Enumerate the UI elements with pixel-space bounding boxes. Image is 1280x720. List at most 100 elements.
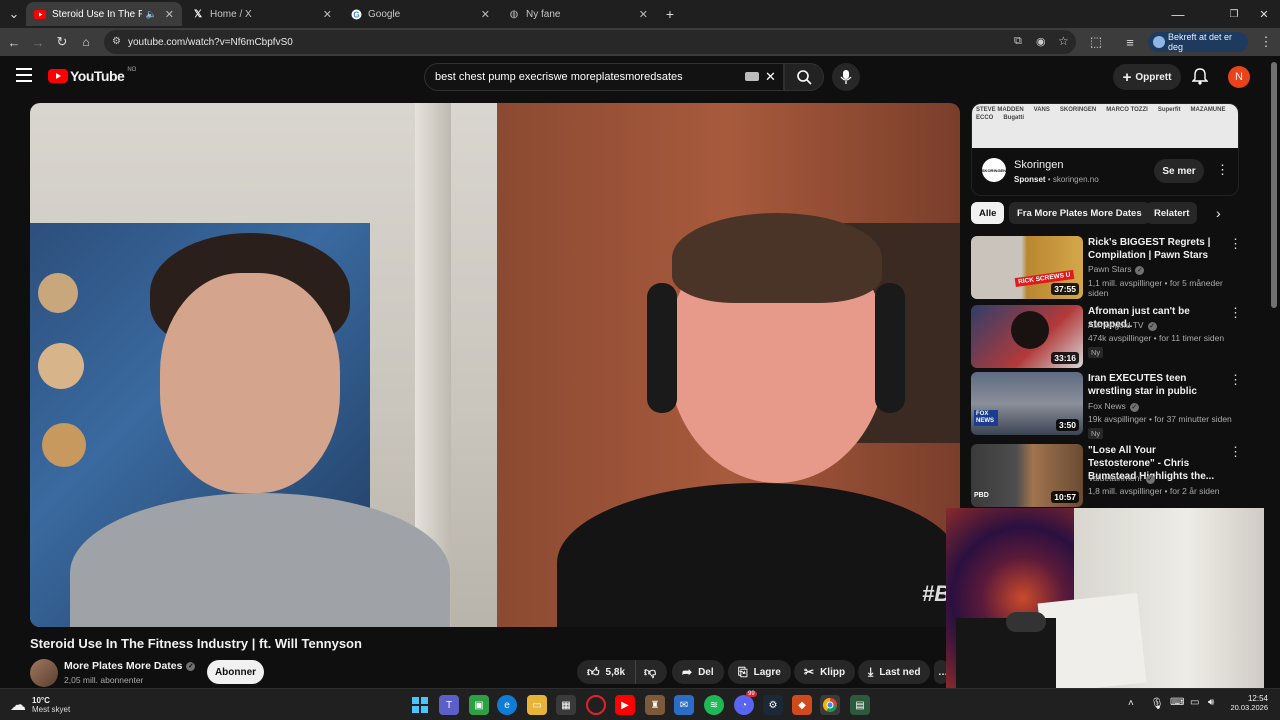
art-circle [42, 423, 86, 467]
clock[interactable]: 12:54 20.03.2026 [1226, 694, 1268, 712]
chip-related[interactable]: Relatert [1146, 202, 1198, 224]
tab-youtube[interactable]: Steroid Use In The Fitness I 🔈 ✕ [26, 2, 182, 26]
chip-all[interactable]: Alle [971, 202, 1005, 224]
ad-cta-button[interactable]: Se mer [1154, 159, 1204, 183]
person-hair [672, 213, 882, 303]
teams-icon[interactable]: T [439, 695, 459, 715]
tab-new-tab[interactable]: ◍ Ny fane ✕ [500, 2, 656, 26]
tab-close-icon[interactable]: ✕ [165, 8, 174, 21]
brave-icon[interactable]: ◆ [792, 695, 812, 715]
confirm-identity-button[interactable]: Bekreft at det er deg [1148, 32, 1248, 52]
weather-desc: Mest skyet [32, 705, 71, 714]
minimize-icon[interactable]: — [1170, 6, 1186, 22]
art-circle [38, 343, 84, 389]
search-button[interactable] [784, 63, 824, 91]
network-icon[interactable]: ▭ [1190, 697, 1199, 708]
page-scrollbar[interactable] [1271, 62, 1277, 308]
search-input[interactable]: best chest pump execriswe moreplatesmore… [424, 63, 784, 91]
share-button[interactable]: ➦ Del [672, 660, 724, 684]
like-button[interactable]: 👍︎ 5,8k [577, 660, 637, 684]
bookmark-star-icon[interactable]: ☆ [1058, 34, 1069, 48]
create-button[interactable]: + Opprett [1113, 64, 1181, 90]
recommendation-item[interactable]: PBD 10:57 "Lose All Your Testosterone" -… [971, 444, 1242, 508]
account-avatar[interactable]: N [1228, 66, 1250, 88]
youtube-app-icon[interactable]: ▶ [615, 695, 635, 715]
new-tab-button[interactable]: + [662, 6, 678, 22]
mic-tray-icon[interactable]: 🎙︎ [1150, 697, 1164, 710]
eye-off-icon[interactable]: ◉ [1036, 35, 1046, 48]
forward-icon[interactable]: → [30, 34, 46, 50]
edge-icon[interactable]: e [497, 695, 517, 715]
more-options-icon[interactable]: ⋮ [1229, 372, 1242, 388]
steam-icon[interactable]: ⚙ [763, 695, 783, 715]
terminal-icon[interactable]: ▤ [850, 695, 870, 715]
tab-search-icon[interactable]: ⌄ [6, 6, 22, 22]
notifications-bell-icon[interactable] [1191, 67, 1209, 90]
video-player[interactable]: #B [30, 103, 960, 627]
url-field[interactable]: ⚙ youtube.com/watch?v=Nf6mCbpfvS0 ⧉ ◉ ☆ [104, 30, 1076, 54]
discord-icon[interactable]: ◔ [734, 695, 754, 715]
dislike-button[interactable]: 👎︎ [636, 660, 664, 684]
tab-x[interactable]: 𝕏 Home / X ✕ [184, 2, 340, 26]
tab-close-icon[interactable]: ✕ [323, 8, 332, 21]
url-text: youtube.com/watch?v=Nf6mCbpfvS0 [128, 36, 293, 48]
more-options-icon[interactable]: ⋮ [1229, 236, 1242, 252]
home-icon[interactable]: ⌂ [78, 34, 94, 50]
site-info-icon[interactable]: ⚙ [112, 36, 121, 47]
start-icon[interactable] [410, 695, 430, 715]
channel-name-text: Valuetainment [1088, 473, 1142, 483]
extensions-icon[interactable]: ⬚ [1088, 34, 1104, 50]
spotify-icon[interactable]: ≋ [704, 695, 724, 715]
tab-google[interactable]: G Google ✕ [342, 2, 498, 26]
tray-expand-icon[interactable]: ˄ [1128, 698, 1134, 709]
chips-next-icon[interactable]: › [1216, 205, 1221, 221]
recommendation-item[interactable]: FOX NEWS 3:50 Iran EXECUTES teen wrestli… [971, 372, 1242, 439]
clear-search-icon[interactable]: ✕ [765, 69, 776, 85]
download-button[interactable]: ⤓ Last ned [858, 660, 931, 684]
more-options-icon[interactable]: ⋮ [1229, 305, 1242, 321]
thumbnail-text: FOX NEWS [974, 410, 998, 426]
volume-icon[interactable]: 🔊︎ [1208, 697, 1214, 708]
restore-icon[interactable]: ❐ [1226, 6, 1242, 22]
voice-search-button[interactable] [832, 63, 860, 91]
tab-close-icon[interactable]: ✕ [481, 8, 490, 21]
chip-from-channel[interactable]: Fra More Plates More Dates [1009, 202, 1150, 224]
clip-button[interactable]: ✂ Klipp [794, 660, 856, 684]
channel-avatar[interactable] [30, 659, 58, 687]
ad-more-icon[interactable]: ⋮ [1216, 162, 1229, 178]
speaker-icon[interactable]: 🔈 [146, 9, 157, 20]
video-stats: 1,1 mill. avspillinger • for 5 måneder s… [1088, 278, 1223, 298]
keyboard-icon[interactable] [745, 72, 759, 81]
hamburger-menu-icon[interactable] [16, 68, 32, 82]
google-favicon-icon: G [350, 8, 362, 20]
opera-icon[interactable] [586, 695, 606, 715]
cast-icon[interactable]: ⧉ [1014, 35, 1022, 48]
left-video-feed [30, 103, 497, 627]
channel-name[interactable]: More Plates More Dates ✓ [64, 660, 196, 672]
sponsored-ad[interactable]: STEVE MADDEN VANS SKORINGEN MARCO TOZZI … [971, 103, 1239, 196]
game-app-icon[interactable]: ♜ [645, 695, 665, 715]
video-duration: 3:50 [1055, 419, 1079, 431]
chat-app-icon[interactable]: ▣ [469, 695, 489, 715]
outlook-icon[interactable]: ✉ [674, 695, 694, 715]
chrome-icon[interactable] [820, 695, 840, 715]
browser-menu-icon[interactable]: ⋮ [1258, 34, 1274, 50]
tab-close-icon[interactable]: ✕ [639, 8, 648, 21]
file-explorer-icon[interactable]: ▭ [527, 695, 547, 715]
store-icon[interactable]: ▦ [556, 695, 576, 715]
video-thumbnail: 33:16 [971, 305, 1083, 368]
keyboard-tray-icon[interactable]: ⌨ [1170, 697, 1184, 708]
save-button[interactable]: ⎘ Lagre [728, 660, 791, 684]
recommendation-item[interactable]: 33:16 Afroman just can't be stopped.. As… [971, 305, 1242, 369]
reading-list-icon[interactable]: ≡ [1122, 34, 1138, 50]
more-options-icon[interactable]: ⋮ [1229, 444, 1242, 460]
window-close-icon[interactable]: ✕ [1256, 6, 1272, 22]
youtube-logo[interactable]: YouTube NO [48, 67, 136, 84]
video-title: Iran EXECUTES teen wrestling star in pub… [1088, 373, 1197, 397]
subscribe-button[interactable]: Abonner [207, 660, 264, 684]
weather-widget[interactable]: ☁ 10°C Mest skyet [10, 695, 70, 715]
back-icon[interactable]: ← [6, 34, 22, 50]
reload-icon[interactable]: ↻ [54, 34, 70, 50]
recommendation-item[interactable]: RICK SCREWS U 37:55 Rick's BIGGEST Regre… [971, 236, 1242, 300]
tab-title: Steroid Use In The Fitness I [52, 8, 142, 20]
